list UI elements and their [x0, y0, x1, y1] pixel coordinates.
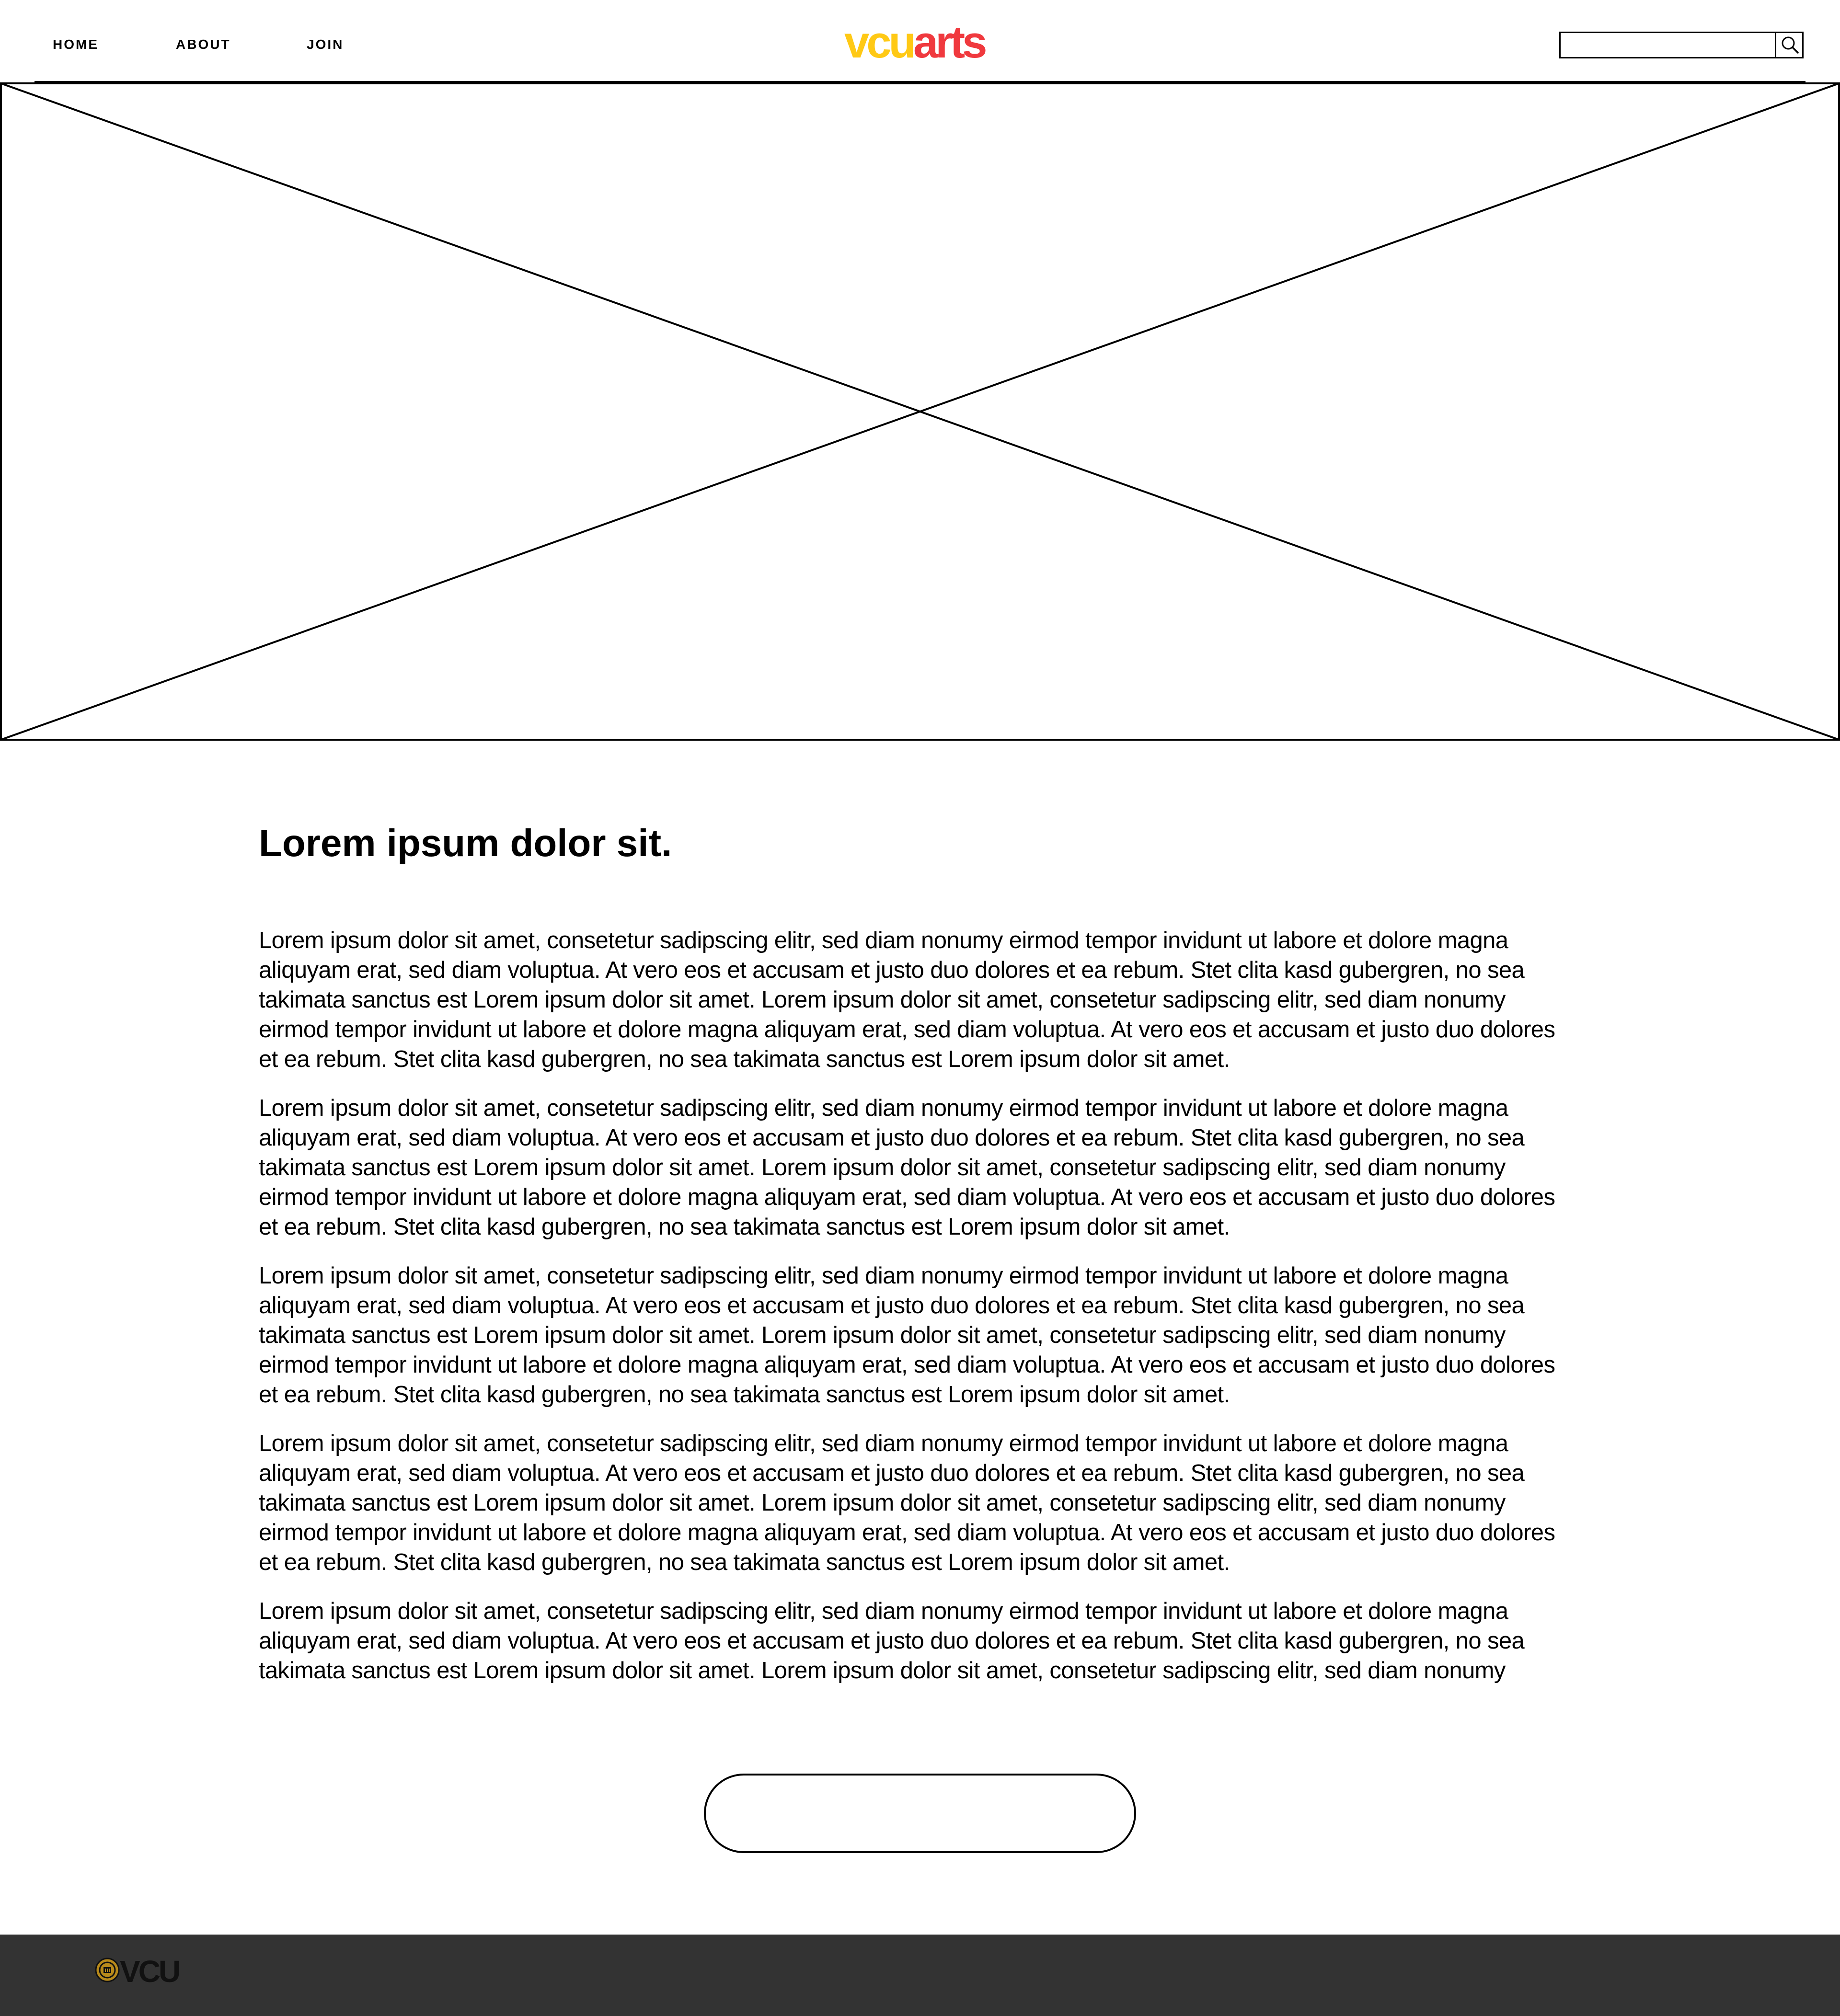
body-text: Lorem ipsum dolor sit amet, consetetur s…: [259, 926, 1562, 1685]
body-paragraph: Lorem ipsum dolor sit amet, consetetur s…: [259, 1598, 1525, 1684]
logo-vcu: vcu: [844, 17, 916, 67]
search-button[interactable]: [1775, 33, 1802, 57]
image-placeholder-icon: [0, 82, 1840, 741]
vcu-wordmark: VCU: [120, 1954, 181, 1989]
site-header: HOME ABOUT JOIN vcuarts: [0, 0, 1840, 83]
search-box: [1559, 32, 1804, 58]
body-paragraph: Lorem ipsum dolor sit amet, consetetur s…: [259, 1263, 1555, 1408]
body-paragraph: Lorem ipsum dolor sit amet, consetetur s…: [259, 1095, 1555, 1240]
body-paragraph: Lorem ipsum dolor sit amet, consetetur s…: [259, 1431, 1555, 1575]
body-paragraph: Lorem ipsum dolor sit amet, consetetur s…: [259, 928, 1555, 1072]
page-heading: Lorem ipsum dolor sit.: [259, 822, 672, 864]
logo-arts: arts: [913, 17, 987, 67]
cta-button[interactable]: [704, 1774, 1136, 1853]
search-icon: [1782, 36, 1799, 54]
search-input[interactable]: [1561, 33, 1776, 57]
vcuarts-logo[interactable]: vcuarts: [844, 17, 987, 67]
hero-image-placeholder: [0, 82, 1840, 741]
nav-home-link[interactable]: HOME: [53, 36, 99, 53]
nav-about-link[interactable]: ABOUT: [176, 36, 231, 53]
nav-join-link[interactable]: JOIN: [307, 36, 344, 53]
site-footer: VCU: [0, 1935, 1840, 2016]
vcu-seal-icon: [95, 1958, 120, 1982]
